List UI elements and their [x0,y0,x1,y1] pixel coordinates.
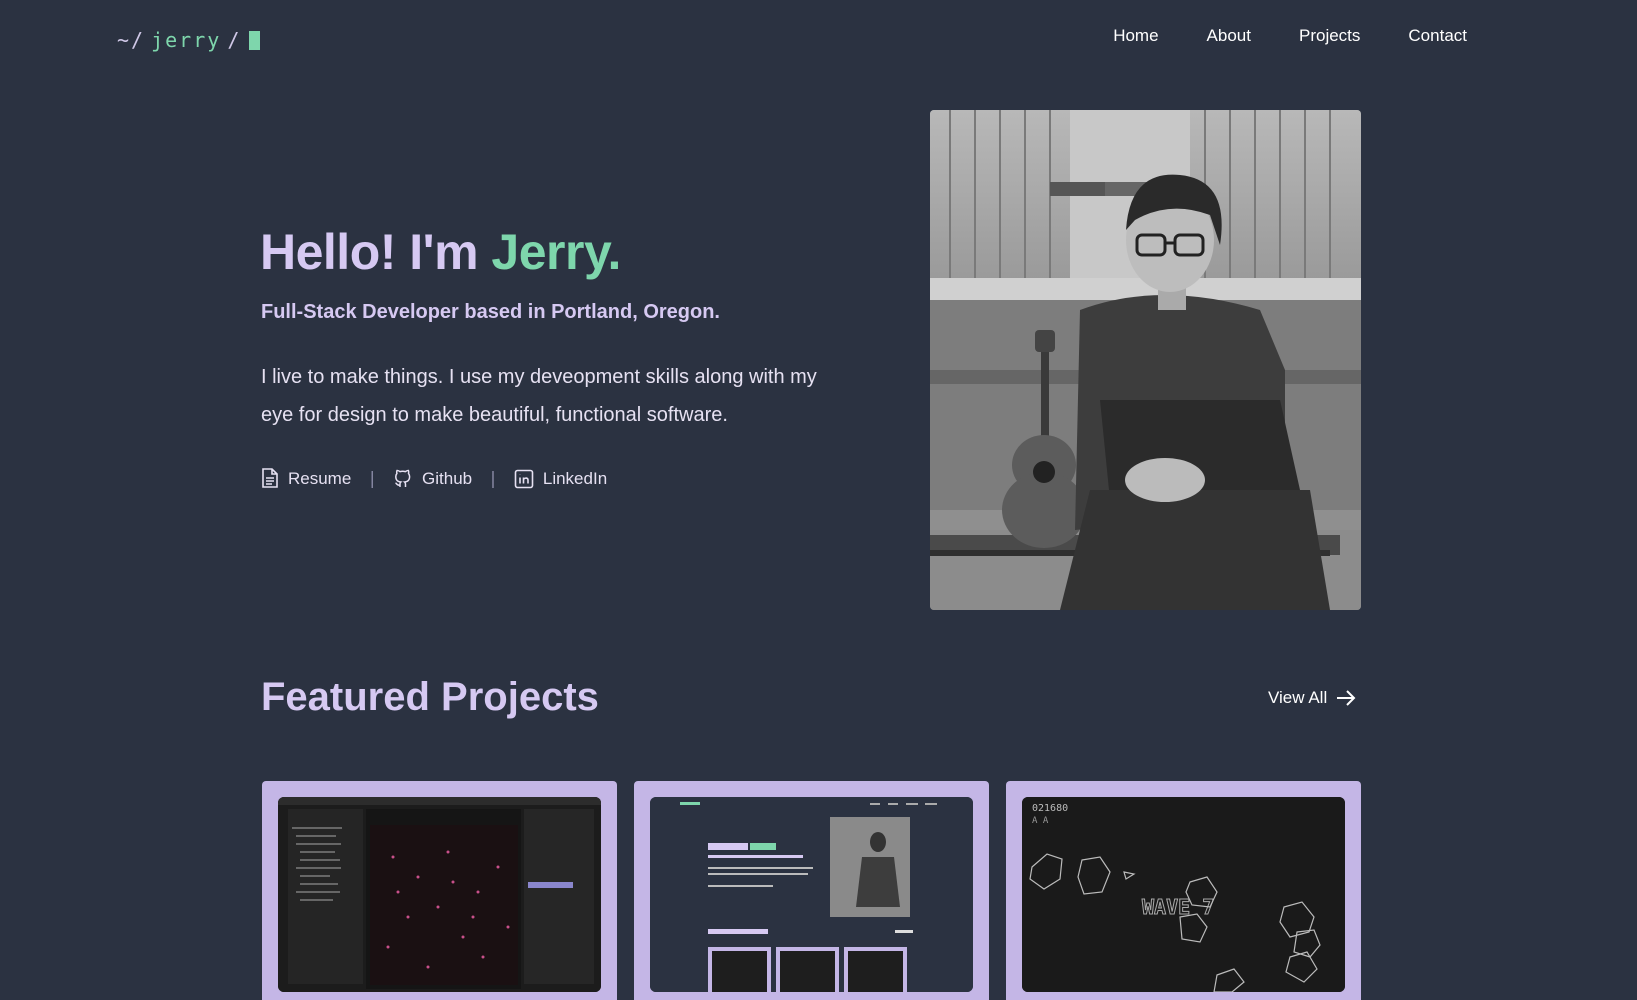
link-separator: | [490,468,496,489]
project-card-image-editor[interactable] [262,781,617,1000]
hero-subtitle: Full-Stack Developer based in Portland, … [261,301,720,323]
nav-link-home[interactable]: Home [1113,26,1158,46]
github-icon [395,469,411,487]
arrow-right-icon [1337,690,1356,706]
game-score: 021680 [1032,803,1068,814]
github-link[interactable]: Github [393,469,472,489]
project-card-asteroids[interactable]: 021680 A A WAVE 7 [1006,781,1361,1000]
cursor-block-icon [249,30,261,50]
link-separator: | [369,468,376,489]
hero-links: Resume | Github | LinkedIn [261,468,607,489]
view-all-label: View All [1268,688,1328,707]
hero-description: I live to make things. I use my deveopme… [261,366,817,426]
linkedin-label: LinkedIn [542,468,608,488]
view-all-link[interactable]: View All [1268,688,1356,708]
logo-name: jerry [151,28,222,52]
linkedin-link[interactable]: LinkedIn [514,469,607,489]
nav-links: Home About Projects Contact [1065,26,1467,46]
project-thumbnail-portfolio [650,797,973,992]
project-thumbnail-image-editor [278,797,601,992]
nav-link-about[interactable]: About [1207,26,1251,46]
game-lives: A A [1032,816,1049,826]
logo-suffix: / [227,28,242,52]
resume-label: Resume [288,468,352,488]
portrait-photo [930,110,1361,610]
hero-title-prefix: Hello! I'm [260,224,492,280]
github-label: Github [422,468,473,488]
project-card-portfolio[interactable] [634,781,989,1000]
site-logo[interactable]: ~/ jerry / [117,26,261,54]
game-wave: WAVE 7 [1142,895,1214,919]
resume-link[interactable]: Resume [261,468,351,489]
nav-link-projects[interactable]: Projects [1299,26,1360,46]
hero-title: Hello! I'm Jerry. [260,223,621,281]
document-icon [262,468,278,488]
featured-projects-title: Featured Projects [261,675,599,719]
linkedin-icon [514,469,534,488]
project-thumbnail-asteroids: 021680 A A WAVE 7 [1022,797,1345,992]
hero-title-name: Jerry. [491,224,621,280]
top-nav: ~/ jerry / Home About Projects Contact [0,0,1637,80]
nav-link-contact[interactable]: Contact [1408,26,1467,46]
logo-prefix: ~/ [117,28,146,52]
